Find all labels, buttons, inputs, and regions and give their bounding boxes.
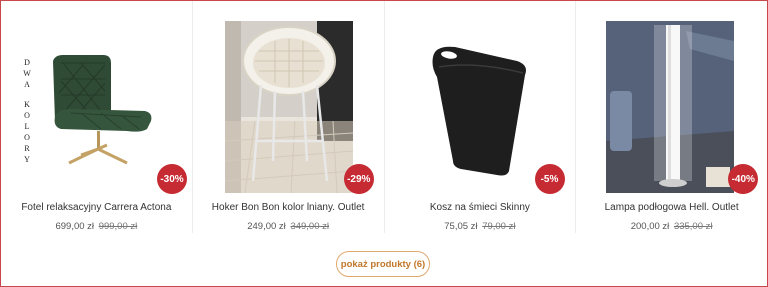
discount-badge: -30% <box>157 164 187 194</box>
two-colors-label: D W A K O L O R Y <box>20 57 34 165</box>
current-price: 200,00 zł <box>630 221 670 232</box>
bar-stool-image <box>224 21 353 193</box>
discount-badge: -29% <box>343 164 374 194</box>
side-letter: A <box>24 80 30 89</box>
old-price: 335,00 zł <box>673 221 713 232</box>
current-price: 699,00 zł <box>55 221 95 232</box>
product-card[interactable]: D W A K O L O R Y -30% Fotel relaksacyjn… <box>1 1 193 233</box>
product-price: 75,05 zł 79,00 zł <box>385 221 576 232</box>
product-card[interactable]: -5% Kosz na śmieci Skinny 75,05 zł 79,00… <box>385 1 577 233</box>
product-image[interactable] <box>424 21 535 193</box>
old-price: 999,00 zł <box>98 221 138 232</box>
side-letter: D <box>24 58 30 67</box>
product-title[interactable]: Kosz na śmieci Skinny <box>385 202 576 213</box>
old-price: 79,00 zł <box>482 221 516 232</box>
current-price: 249,00 zł <box>247 221 286 232</box>
old-price: 349,00 zł <box>290 221 329 232</box>
side-letter: K <box>24 100 30 109</box>
side-letter: W <box>23 69 31 78</box>
product-price: 249,00 zł 349,00 zł <box>193 221 384 232</box>
product-title[interactable]: Fotel relaksacyjny Carrera Actona <box>1 202 192 213</box>
product-card[interactable]: -40% Lampa podłogowa Hell. Outlet 200,00… <box>576 1 767 233</box>
discount-badge: -5% <box>534 164 565 194</box>
product-grid: D W A K O L O R Y -30% Fotel relaksacyjn… <box>1 1 767 233</box>
product-card[interactable]: -29% Hoker Bon Bon kolor lniany. Outlet … <box>193 1 385 233</box>
product-title[interactable]: Hoker Bon Bon kolor lniany. Outlet <box>193 202 384 213</box>
side-letter: O <box>24 133 30 142</box>
side-letter: Y <box>24 155 30 164</box>
product-image[interactable] <box>41 21 161 193</box>
side-letter: R <box>24 144 30 153</box>
armchair-image <box>41 21 161 193</box>
discount-badge: -40% <box>728 164 759 194</box>
show-more-products-button[interactable]: pokaż produkty (6) <box>336 251 430 277</box>
side-letter: L <box>24 122 30 131</box>
product-image[interactable] <box>606 21 735 193</box>
products-panel: D W A K O L O R Y -30% Fotel relaksacyjn… <box>0 0 768 287</box>
floor-lamp-image <box>606 21 735 193</box>
product-price: 699,00 zł 999,00 zł <box>1 221 192 232</box>
product-price: 200,00 zł 335,00 zł <box>576 221 767 232</box>
product-image[interactable] <box>224 21 353 193</box>
side-letter: O <box>24 111 30 120</box>
trash-bin-image <box>424 21 535 193</box>
product-title[interactable]: Lampa podłogowa Hell. Outlet <box>576 202 767 213</box>
current-price: 75,05 zł <box>444 221 478 232</box>
